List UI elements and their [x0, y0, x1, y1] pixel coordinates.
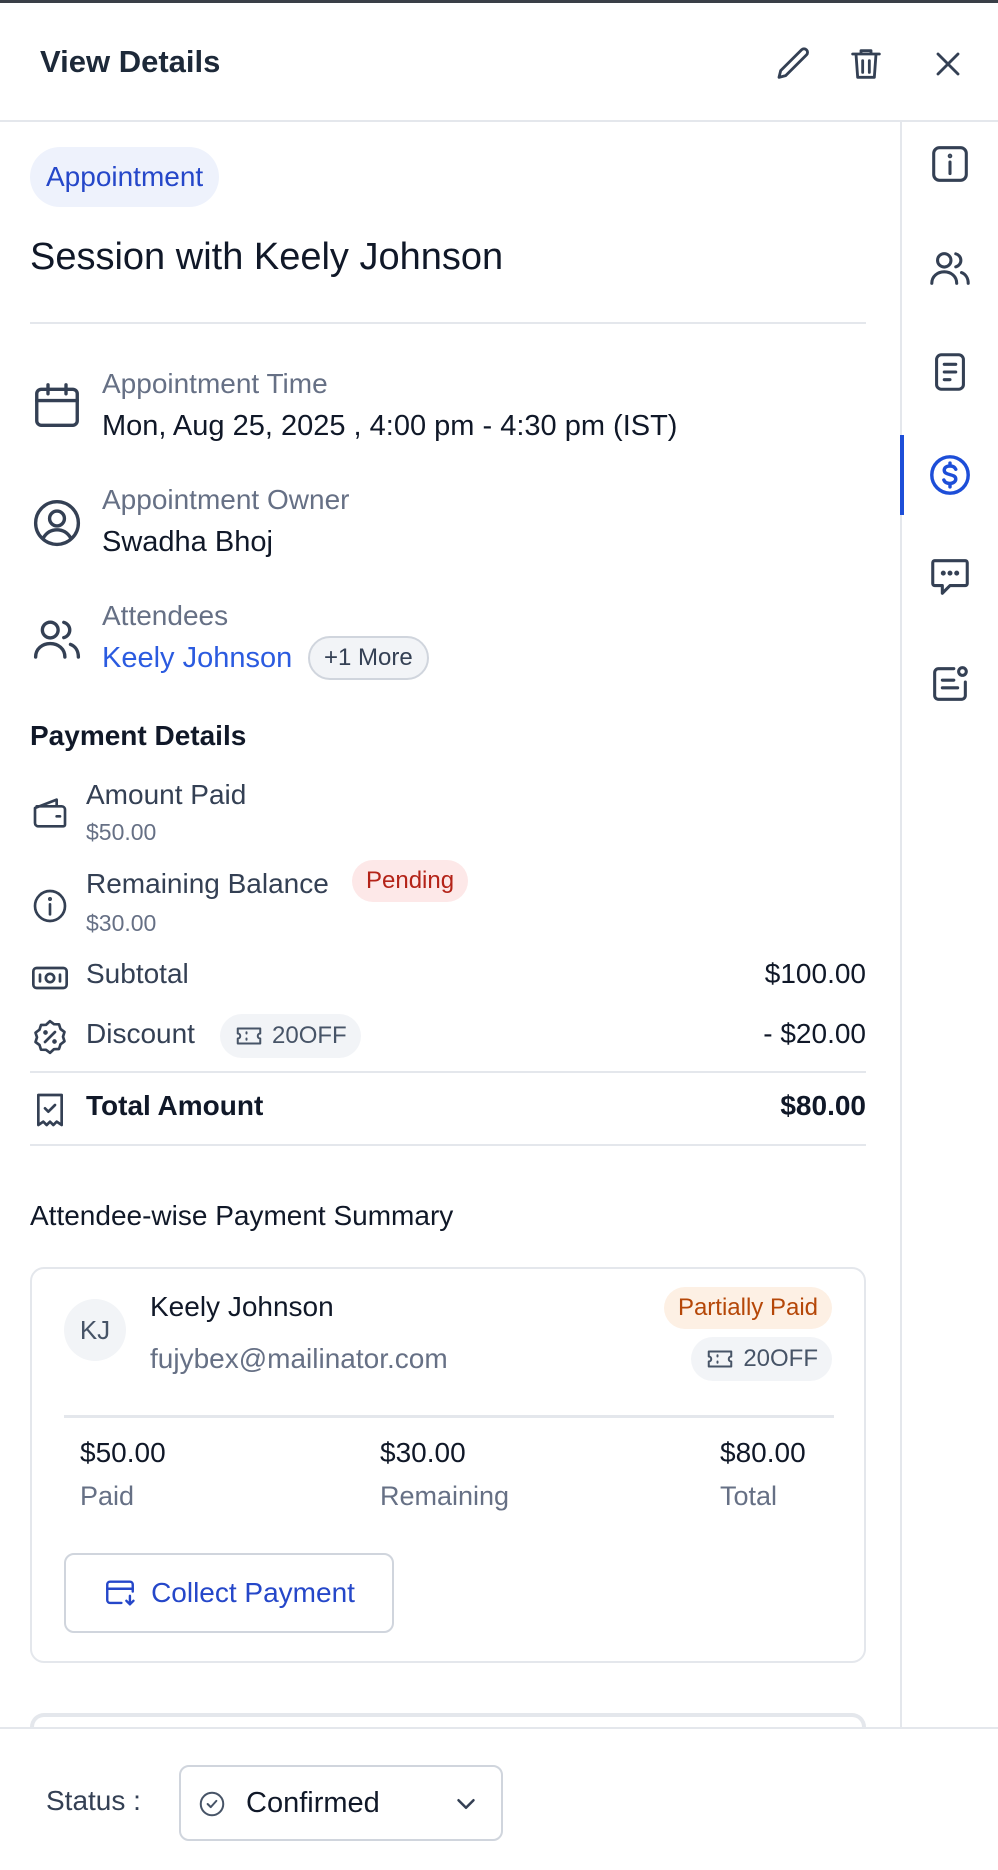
wallet-icon: [30, 793, 70, 833]
subtotal-value: $100.00: [764, 958, 866, 989]
users-icon: [30, 612, 84, 666]
amount-paid-row: Amount Paid $50.00: [30, 779, 866, 849]
banknote-icon: [30, 958, 70, 998]
rail-forms[interactable]: [902, 644, 998, 724]
status-label: Status :: [46, 1785, 141, 1816]
dollar-icon: [930, 455, 970, 495]
rail-payments[interactable]: [902, 435, 998, 515]
total-amount-label: Total Amount: [86, 1090, 264, 1121]
subtotal-row: Subtotal $100.00: [30, 956, 866, 1000]
attendee-payment-card: KJ Keely Johnson fujybex@mailinator.com …: [30, 1267, 866, 1663]
amount-paid-label: Amount Paid: [86, 779, 247, 810]
total-stat: $80.00 Total: [720, 1437, 806, 1512]
info-icon: [932, 146, 968, 182]
appointment-owner-value: Swadha Bhoj: [102, 526, 273, 558]
ticket-icon: [708, 1350, 733, 1368]
appointment-owner-label: Appointment Owner: [102, 484, 350, 515]
remaining-balance-label: Remaining Balance: [86, 868, 329, 899]
panel-title: View Details: [40, 44, 221, 79]
amount-paid-value: $50.00: [86, 819, 157, 845]
partially-paid-badge: Partially Paid: [663, 1287, 832, 1329]
attendee-summary-title: Attendee-wise Payment Summary: [30, 1200, 454, 1231]
edit-button[interactable]: [768, 38, 820, 90]
paid-stat-label: Paid: [80, 1481, 135, 1511]
appointment-title: Session with Keely Johnson: [30, 236, 504, 278]
pending-badge: Pending: [352, 860, 469, 902]
payment-details-title: Payment Details: [30, 720, 247, 751]
attendee-email: fujybex@mailinator.com: [150, 1343, 448, 1374]
discount-badge-icon: [30, 1017, 70, 1057]
attendee-link[interactable]: Keely Johnson: [102, 642, 292, 675]
collect-payment-button[interactable]: Collect Payment: [64, 1553, 394, 1633]
calendar-icon: [30, 378, 84, 432]
total-amount-value: $80.00: [780, 1090, 866, 1121]
discount-row: Discount 20OFF - $20.00: [30, 1012, 866, 1062]
remaining-balance-row: Remaining Balance Pending $30.00: [30, 860, 866, 942]
check-circle-icon: [199, 1791, 225, 1817]
avatar: KJ: [64, 1299, 126, 1361]
card-transfer-icon: [106, 1580, 135, 1606]
panel-header: View Details: [0, 6, 998, 122]
discount-label: Discount: [86, 1018, 195, 1049]
details-content: Appointment Session with Keely Johnson A…: [0, 122, 900, 1727]
attendee-coupon-code: 20OFF: [743, 1345, 818, 1372]
type-tag: Appointment: [30, 147, 220, 207]
pencil-icon: [777, 47, 809, 79]
status-value: Confirmed: [246, 1787, 380, 1819]
rail-info[interactable]: [902, 124, 998, 204]
chevron-down-icon: [457, 1799, 475, 1809]
total-amount-row: Total Amount $80.00: [30, 1088, 866, 1132]
subtotal-label: Subtotal: [86, 958, 189, 989]
users-icon: [930, 252, 970, 285]
panel-footer: Status : Confirmed: [0, 1727, 998, 1870]
view-details-panel: View Details Appointment Session with Ke…: [0, 0, 998, 1870]
status-dropdown[interactable]: Confirmed: [179, 1765, 503, 1841]
remaining-stat-value: $30.00: [380, 1437, 466, 1468]
paid-stat-value: $50.00: [80, 1437, 166, 1468]
paid-stat: $50.00 Paid: [80, 1437, 166, 1512]
ticket-icon: [236, 1027, 262, 1045]
appointment-time-value: Mon, Aug 25, 2025 , 4:00 pm - 4:30 pm (I…: [102, 410, 678, 442]
attendees-label: Attendees: [102, 600, 229, 631]
total-divider-top: [30, 1071, 866, 1073]
next-attendee-card: [30, 1713, 866, 1727]
rail-attendees[interactable]: [902, 228, 998, 308]
side-rail: [900, 122, 998, 1727]
discount-value: - $20.00: [763, 1018, 866, 1049]
remaining-stat-label: Remaining: [380, 1481, 510, 1511]
info-circle-icon: [30, 886, 70, 926]
remaining-stat: $30.00 Remaining: [380, 1437, 509, 1512]
title-divider: [30, 322, 866, 324]
card-divider: [64, 1415, 834, 1418]
user-circle-icon: [30, 496, 84, 550]
attendee-coupon-chip: 20OFF: [691, 1337, 832, 1381]
attendee-name: Keely Johnson: [150, 1291, 334, 1322]
attendees-row: Attendees Keely Johnson +1 More: [30, 600, 870, 690]
rail-chat[interactable]: [902, 536, 998, 616]
remaining-balance-value: $30.00: [86, 910, 157, 936]
close-button[interactable]: [922, 38, 974, 90]
chat-icon: [931, 559, 969, 595]
more-attendees-pill[interactable]: +1 More: [308, 636, 429, 680]
appointment-time-row: Appointment Time Mon, Aug 25, 2025 , 4:0…: [30, 368, 870, 448]
delete-button[interactable]: [840, 38, 892, 90]
close-icon: [936, 52, 960, 76]
form-icon: [933, 666, 968, 701]
rail-notes[interactable]: [902, 332, 998, 412]
appointment-owner-row: Appointment Owner Swadha Bhoj: [30, 484, 870, 564]
total-divider-bottom: [30, 1144, 866, 1146]
collect-payment-label: Collect Payment: [151, 1577, 355, 1608]
receipt-check-icon: [30, 1090, 70, 1130]
discount-code: 20OFF: [272, 1022, 347, 1049]
trash-icon: [851, 49, 881, 79]
appointment-time-label: Appointment Time: [102, 368, 328, 399]
total-stat-label: Total: [720, 1481, 778, 1511]
notes-icon: [935, 353, 965, 391]
discount-coupon-chip: 20OFF: [220, 1014, 361, 1058]
total-stat-value: $80.00: [720, 1437, 806, 1468]
